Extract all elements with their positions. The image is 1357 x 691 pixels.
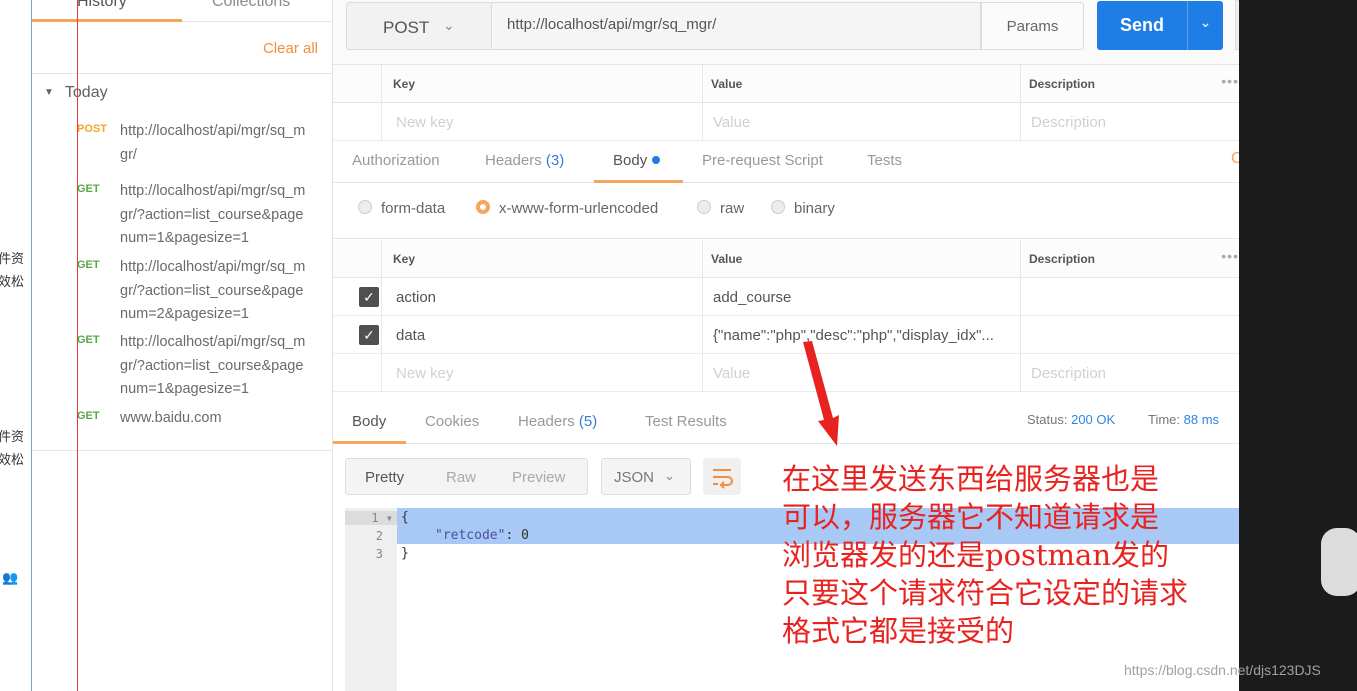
method-badge: GET <box>77 334 100 346</box>
history-url: http://localhost/api/mgr/sq_mgr/?action=… <box>120 183 306 246</box>
watermark: https://blog.csdn.net/djs123DJS <box>1124 662 1321 678</box>
strip-text: 效松 <box>0 453 25 468</box>
red-guide-line <box>77 0 78 691</box>
history-url: http://localhost/api/mgr/sq_mgr/ <box>120 123 306 163</box>
method-badge: GET <box>77 259 100 271</box>
tab-history[interactable]: History <box>77 0 127 11</box>
annotation-arrow <box>803 341 839 446</box>
history-url: http://localhost/api/mgr/sq_mgr/?action=… <box>120 334 306 397</box>
group-label: Today <box>64 84 108 101</box>
users-icon[interactable]: 👥 <box>2 570 18 586</box>
strip-text: 件资 <box>0 252 25 267</box>
strip-text: 效松 <box>0 275 25 290</box>
history-url: www.baidu.com <box>120 410 222 426</box>
method-badge: GET <box>77 410 100 422</box>
history-group-today[interactable]: ▼ Today <box>44 84 108 102</box>
strip-text: 件资 <box>0 430 25 445</box>
history-url: http://localhost/api/mgr/sq_mgr/?action=… <box>120 259 306 322</box>
collapse-triangle-icon: ▼ <box>44 87 54 98</box>
tab-collections[interactable]: Collections <box>212 0 290 11</box>
request-panel: POST ⌄ http://localhost/api/mgr/sq_mgr/ … <box>333 0 1239 691</box>
active-tab-indicator <box>32 19 182 22</box>
method-badge: GET <box>77 183 100 195</box>
video-frame-edge <box>1239 0 1357 691</box>
player-control-pill[interactable] <box>1321 528 1357 596</box>
method-badge: POST <box>77 123 107 135</box>
left-edge-strip: 件资 效松 件资 效松 👥 <box>0 0 32 691</box>
clear-all-link[interactable]: Clear all <box>263 40 318 57</box>
